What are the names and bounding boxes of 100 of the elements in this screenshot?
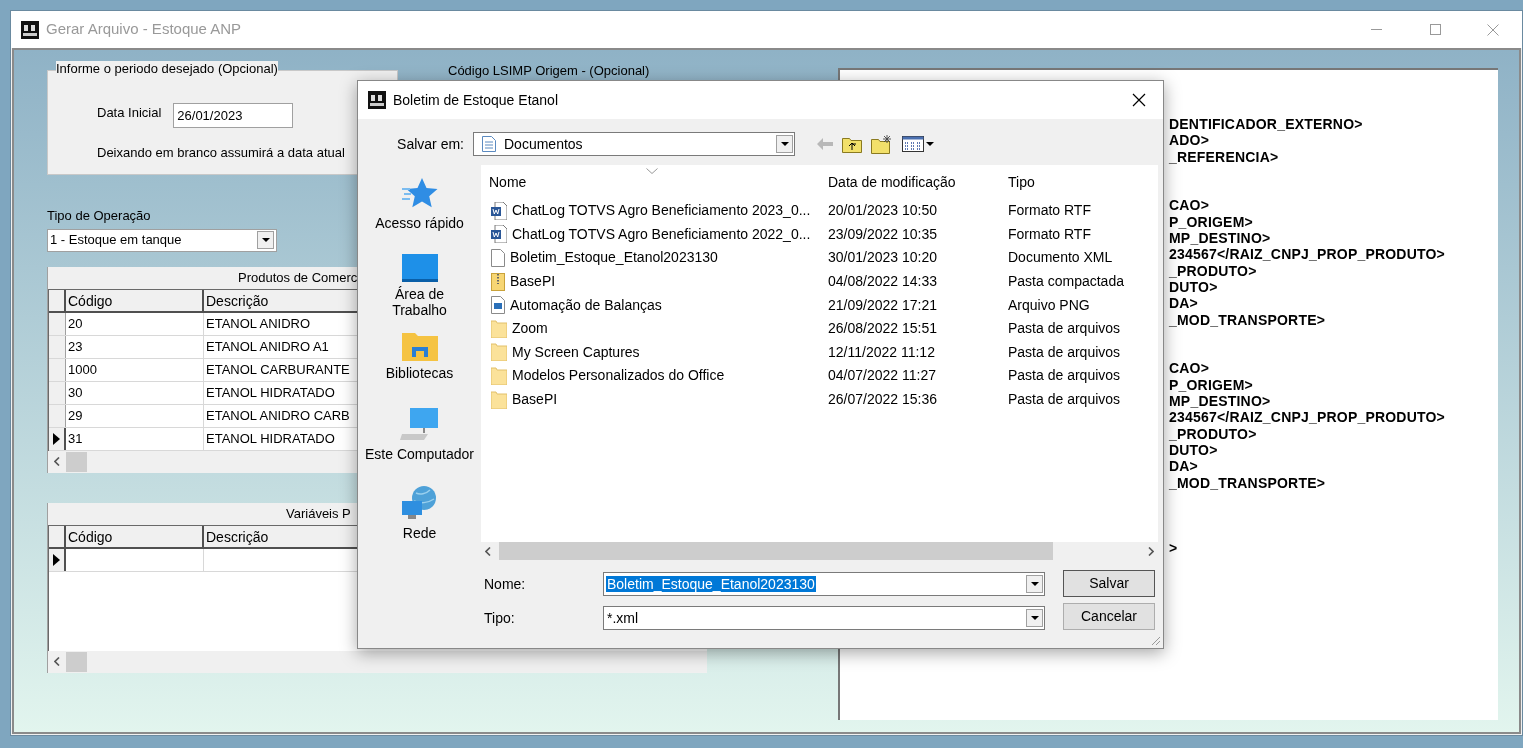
file-type: Formato RTF xyxy=(1007,201,1092,221)
column-header[interactable]: Tipo xyxy=(1000,172,1150,193)
table-cell: ETANOL ANIDRO xyxy=(206,315,311,331)
table-cell: ETANOL HIDRATADO xyxy=(206,430,335,446)
file-row[interactable]: My Screen Captures 12/11/2022 11:12 Pasta de arquivos xyxy=(481,340,1158,365)
file-row[interactable]: Automação de Balanças 21/09/2022 17:21 Arquivo PNG xyxy=(481,293,1158,317)
file-name: Boletim_Estoque_Etanol2023130 xyxy=(510,248,718,268)
xml-line: DUTO> xyxy=(1169,278,1218,296)
dropdown-button[interactable] xyxy=(1026,609,1043,627)
new-folder-icon[interactable] xyxy=(871,134,893,154)
xml-line: P_ORIGEM> xyxy=(1169,213,1253,231)
row-header[interactable] xyxy=(49,312,66,335)
start-date-label: Data Inicial xyxy=(97,103,162,122)
xml-line: DENTIFICADOR_EXTERNO> xyxy=(1169,116,1363,133)
file-name: ChatLog TOTVS Agro Beneficiamento 2022_0... xyxy=(512,224,811,244)
file-row[interactable]: Zoom 26/08/2022 15:51 Pasta de arquivos xyxy=(481,316,1158,341)
xml-line: 234567</RAIZ_CNPJ_PROP_PRODUTO> xyxy=(1169,409,1445,426)
xml-line: CAO> xyxy=(1169,197,1210,214)
scrollbar-thumb[interactable] xyxy=(66,451,87,472)
view-icon xyxy=(902,136,924,152)
start-date-field[interactable]: 26/01/2023 xyxy=(173,103,294,128)
table-cell: 23 xyxy=(66,335,204,358)
table-cell: ETANOL HIDRATADO xyxy=(206,384,335,400)
row-header[interactable] xyxy=(49,548,66,571)
dialog-title: Boletim de Estoque Etanol xyxy=(393,90,558,110)
file-type: Formato RTF xyxy=(1007,224,1092,244)
file-date: 20/01/2023 10:50 xyxy=(827,201,938,221)
column-header[interactable]: Nome xyxy=(481,172,820,193)
save-in-value: Documentos xyxy=(504,134,584,154)
table-cell: 29 xyxy=(66,404,204,427)
back-arrow-icon[interactable] xyxy=(817,138,833,150)
file-type-field[interactable]: *.xml xyxy=(603,606,1045,630)
view-menu-button[interactable] xyxy=(902,136,934,152)
file-date: 30/01/2023 10:20 xyxy=(827,248,938,268)
file-row[interactable]: Boletim_Estoque_Etanol2023130 30/01/2023 10:20 Documento XML xyxy=(481,246,1158,270)
places-item[interactable]: Bibliotecas xyxy=(360,329,479,406)
column-header[interactable]: Código xyxy=(66,289,204,311)
xml-line: MP_DESTINO> xyxy=(1169,230,1271,247)
folder-icon xyxy=(491,319,507,338)
file-date: 12/11/2022 11:12 xyxy=(827,342,936,362)
dialog-button[interactable]: Salvar xyxy=(1063,570,1155,597)
xml-line: DA> xyxy=(1169,295,1198,312)
file-row[interactable]: BasePI 04/08/2022 14:33 Pasta compactada xyxy=(481,269,1158,294)
table-cell: 30 xyxy=(66,381,204,404)
resize-grip-icon xyxy=(1151,636,1161,646)
places-item[interactable]: Acesso rápido xyxy=(360,175,479,252)
dialog-button[interactable]: Cancelar xyxy=(1063,603,1155,630)
xml-line: P_ORIGEM> xyxy=(1169,376,1253,394)
folder-icon xyxy=(491,390,507,409)
xml-line: _MOD_TRANSPORTE> xyxy=(1169,311,1326,328)
file-date: 21/09/2022 17:21 xyxy=(827,295,938,315)
file-row[interactable]: ChatLog TOTVS Agro Beneficiamento 2023_0... 20/01/2023 10:50 Formato RTF xyxy=(481,199,1158,223)
dropdown-button[interactable] xyxy=(776,135,793,153)
xml-line: MP_DESTINO> xyxy=(1169,393,1271,410)
file-type: Documento XML xyxy=(1007,248,1114,268)
scrollbar-thumb[interactable] xyxy=(499,542,1053,560)
table-cell: ETANOL ANIDRO CARB xyxy=(206,407,350,423)
documents-icon xyxy=(482,136,496,152)
xml-line: DA> xyxy=(1169,458,1198,475)
xml-line: DUTO> xyxy=(1169,441,1218,459)
file-name: ChatLog TOTVS Agro Beneficiamento 2023_0... xyxy=(512,201,811,221)
date-hint: Deixando em branco assumirá a data atual xyxy=(96,144,346,162)
column-header[interactable]: Data de modificação xyxy=(820,172,1000,193)
file-row[interactable]: Modelos Personalizados do Office 04/07/2022 11:27 Pasta de arquivos xyxy=(481,364,1158,388)
xml-line: _PRODUTO> xyxy=(1169,262,1257,279)
row-header[interactable] xyxy=(49,427,66,450)
places-item[interactable]: Área de Trabalho xyxy=(360,252,479,329)
row-pointer-icon xyxy=(53,553,60,566)
grid-caption: Produtos de Comerc xyxy=(238,268,358,287)
places-item[interactable]: Este Computador xyxy=(360,406,479,483)
dropdown-button[interactable] xyxy=(257,231,274,249)
caret-icon xyxy=(780,142,789,146)
computer-icon xyxy=(399,408,440,442)
file-row[interactable]: ChatLog TOTVS Agro Beneficiamento 2022_0... 23/09/2022 10:35 Formato RTF xyxy=(481,222,1158,247)
places-item[interactable]: Rede xyxy=(360,483,479,560)
save-in-combo[interactable]: Documentos xyxy=(473,132,795,156)
app-icon xyxy=(368,91,386,109)
file-name-field[interactable]: Boletim_Estoque_Etanol2023130 xyxy=(603,572,1045,596)
folder-up-icon[interactable] xyxy=(842,135,862,153)
close-icon xyxy=(1132,93,1146,107)
network-icon xyxy=(401,485,438,521)
operation-combo[interactable]: 1 - Estoque em tanque xyxy=(47,228,277,252)
folder-icon xyxy=(491,366,507,385)
file-date: 23/09/2022 10:35 xyxy=(827,224,938,244)
scrollbar-thumb[interactable] xyxy=(66,651,87,672)
column-header[interactable]: Código xyxy=(66,525,204,547)
file-name: BasePI xyxy=(510,272,556,292)
file-date: 04/08/2022 14:33 xyxy=(827,272,938,292)
file-row[interactable]: BasePI 26/07/2022 15:36 Pasta de arquivos xyxy=(481,387,1158,412)
row-pointer-icon xyxy=(53,432,60,445)
folder-icon xyxy=(491,343,507,362)
xml-line: _PRODUTO> xyxy=(1169,425,1257,442)
maximize-icon xyxy=(1429,24,1441,35)
zipped-folder-icon xyxy=(491,272,505,291)
file-name: Automação de Balanças xyxy=(510,295,662,315)
app-icon xyxy=(21,20,39,39)
dropdown-button[interactable] xyxy=(1026,575,1043,593)
xml-line: 234567</RAIZ_CNPJ_PROP_PRODUTO> xyxy=(1169,246,1445,263)
group-legend: Informe o periodo desejado (Opcional) xyxy=(56,61,278,77)
sort-chevron-icon xyxy=(646,168,658,174)
